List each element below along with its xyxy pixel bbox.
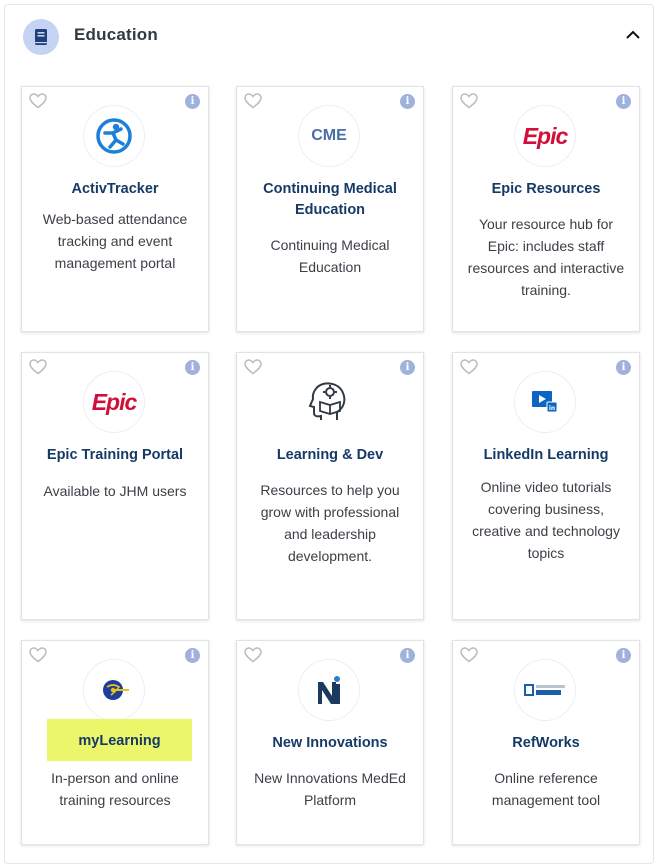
app-card-refworks[interactable]: i RefWorks Online reference management t… [452, 640, 640, 845]
epic-logo-text: Epic [91, 388, 138, 415]
card-description: In-person and online training resources [51, 770, 179, 808]
linkedin-learning-icon: in [514, 371, 576, 433]
card-title[interactable]: myLearning [47, 719, 192, 761]
app-card-continuing-medical-education[interactable]: i CME Continuing Medical Education Conti… [236, 86, 424, 332]
card-title[interactable]: Epic Resources [461, 179, 631, 200]
app-card-learning-dev[interactable]: i Learning & Dev Resources to help you g… [236, 352, 424, 620]
card-title[interactable]: RefWorks [461, 733, 631, 754]
svg-text:in: in [549, 405, 555, 412]
info-icon[interactable]: i [400, 360, 415, 375]
book-icon [23, 19, 59, 55]
heart-icon[interactable] [244, 647, 262, 663]
heart-icon[interactable] [29, 93, 47, 109]
new-innovations-logo [298, 659, 360, 721]
card-title[interactable]: LinkedIn Learning [461, 445, 631, 466]
card-title[interactable]: Learning & Dev [245, 445, 415, 466]
chevron-up-icon[interactable] [623, 25, 643, 45]
info-icon[interactable]: i [616, 648, 631, 663]
heart-icon[interactable] [244, 359, 262, 375]
heart-icon[interactable] [460, 359, 478, 375]
card-description: Online video tutorials covering business… [472, 479, 620, 561]
card-description: New Innovations MedEd Platform [254, 770, 406, 808]
card-description: Online reference management tool [491, 770, 601, 808]
section-header[interactable]: Education [5, 5, 655, 69]
app-card-linkedin-learning[interactable]: i in LinkedIn Learning Online video tuto… [452, 352, 640, 620]
cme-logo: CME [298, 105, 360, 167]
app-card-mylearning[interactable]: i myLearning In-person and online traini… [21, 640, 209, 845]
card-description: Continuing Medical Education [270, 237, 390, 275]
epic-logo: Epic [514, 105, 576, 167]
head-gear-book-icon [298, 371, 360, 433]
epic-logo: Epic [83, 371, 145, 433]
heart-icon[interactable] [244, 93, 262, 109]
app-card-activtracker[interactable]: i ActivTracker Web-based attendance trac… [21, 86, 209, 332]
activtracker-logo [83, 105, 145, 167]
info-icon[interactable]: i [185, 360, 200, 375]
app-card-epic-training-portal[interactable]: i Epic Epic Training Portal Available to… [21, 352, 209, 620]
card-description: Web-based attendance tracking and event … [42, 211, 188, 271]
refworks-logo [514, 659, 576, 721]
app-card-epic-resources[interactable]: i Epic Epic Resources Your resource hub … [452, 86, 640, 332]
card-title[interactable]: New Innovations [245, 733, 415, 754]
info-icon[interactable]: i [616, 94, 631, 109]
card-title[interactable]: ActivTracker [30, 179, 200, 200]
info-icon[interactable]: i [400, 94, 415, 109]
cme-logo-text: CME [311, 127, 347, 144]
card-description: Available to JHM users [43, 483, 187, 499]
card-title[interactable]: Epic Training Portal [30, 445, 200, 466]
card-description: Your resource hub for Epic: includes sta… [467, 216, 625, 298]
heart-icon[interactable] [460, 647, 478, 663]
info-icon[interactable]: i [185, 94, 200, 109]
card-title[interactable]: Continuing Medical Education [245, 179, 415, 221]
card-description: Resources to help you grow with professi… [260, 482, 400, 564]
section-title: Education [74, 25, 158, 44]
heart-icon[interactable] [460, 93, 478, 109]
app-card-new-innovations[interactable]: i New Innovations New Innovations MedEd … [236, 640, 424, 845]
info-icon[interactable]: i [185, 648, 200, 663]
heart-icon[interactable] [29, 359, 47, 375]
mylearning-logo [83, 659, 145, 721]
info-icon[interactable]: i [400, 648, 415, 663]
info-icon[interactable]: i [616, 360, 631, 375]
epic-logo-text: Epic [522, 122, 569, 149]
heart-icon[interactable] [29, 647, 47, 663]
